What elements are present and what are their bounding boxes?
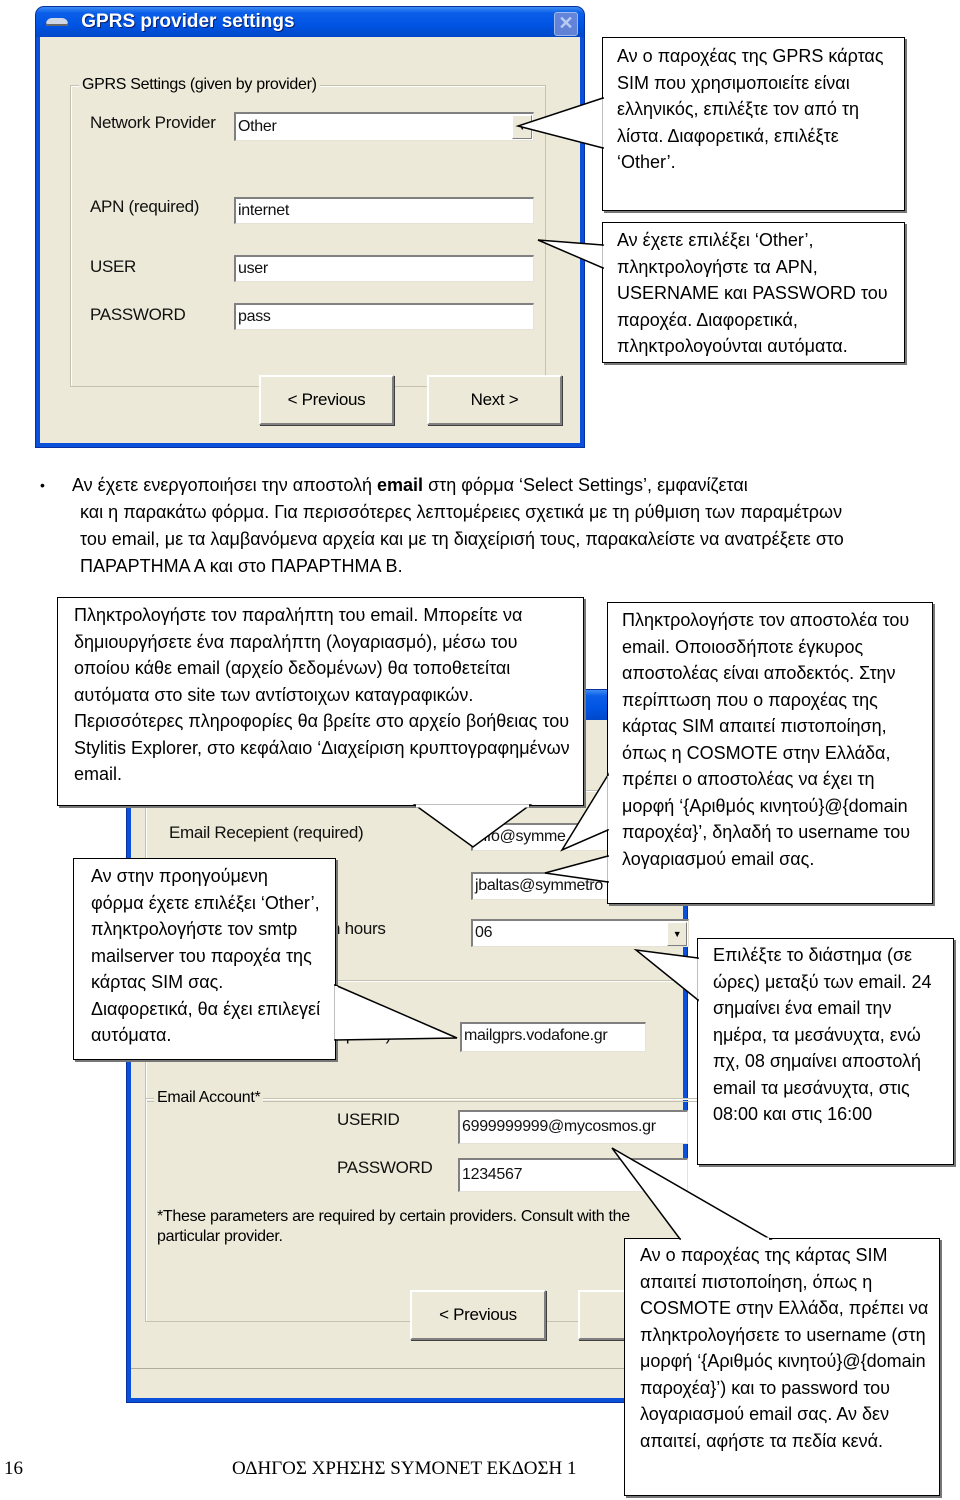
email-interval-value: 06 (475, 924, 493, 941)
network-provider-label: Network Provider (90, 113, 216, 132)
bullet-icon: • (40, 477, 45, 493)
callout-apn-credentials-text: Αν έχετε επιλέξει ‘Other’, πληκτρολογήστ… (617, 230, 888, 356)
callout-interval-text: Επιλέξτε το διάστημα (σε ώρες) μεταξύ τω… (713, 945, 932, 1124)
smtp-server-label: equired) (331, 1025, 391, 1044)
email-interval-dropdown[interactable]: 06 ▼ (471, 919, 689, 947)
callout-sender: Πληκτρολογήστε τον αποστολέα του email. … (607, 602, 933, 904)
callout-smtp: Αν στην προηγούμενη φόρμα έχετε επιλέξει… (73, 858, 336, 1060)
network-provider-value: Other (238, 118, 277, 135)
chevron-down-icon[interactable]: ▼ (512, 115, 532, 139)
callout-account: Αν ο παροχέας της κάρτας SIM απαιτεί πισ… (624, 1238, 940, 1496)
apn-input[interactable]: internet (234, 197, 534, 224)
previous-button-2[interactable]: < Previous (410, 1290, 546, 1340)
intro-text-bold: email (377, 475, 424, 495)
userid-label: USERID (337, 1110, 400, 1129)
gprs-settings-group-label: GPRS Settings (given by provider) (79, 76, 320, 94)
window-body: GPRS Settings (given by provider) Networ… (40, 37, 580, 443)
password-input[interactable]: pass (234, 303, 534, 330)
footnote: *These parameters are required by certai… (157, 1208, 630, 1245)
intro-text-rest: και η παρακάτω φόρμα. Για περισσότερες λ… (80, 502, 844, 576)
app-car-icon (46, 17, 68, 26)
document-footer-title: ΟΔΗΓΟΣ ΧΡΗΣΗΣ SYMONET ΕΚΔΟΣΗ 1 (232, 1458, 577, 1479)
next-button[interactable]: Next > (427, 375, 562, 425)
account-password-input[interactable]: 1234567 (458, 1158, 688, 1192)
apn-label: APN (required) (90, 197, 200, 216)
callout-account-text: Αν ο παροχέας της κάρτας SIM απαιτεί πισ… (640, 1245, 929, 1451)
password-label: PASSWORD (90, 305, 186, 324)
window-titlebar[interactable]: GPRS provider settings (36, 7, 584, 37)
previous-button[interactable]: < Previous (259, 375, 394, 425)
intro-text-part1: Αν έχετε ενεργοποιήσει την αποστολή (72, 475, 378, 495)
account-password-label: PASSWORD (337, 1158, 433, 1177)
user-input[interactable]: user (234, 255, 534, 282)
user-label: USER (90, 257, 137, 276)
page-number: 16 (4, 1458, 23, 1479)
callout-interval: Επιλέξτε το διάστημα (σε ώρες) μεταξύ τω… (697, 938, 954, 1165)
callout-smtp-text: Αν στην προηγούμενη φόρμα έχετε επιλέξει… (91, 866, 321, 1045)
window-title: GPRS provider settings (81, 11, 295, 32)
gprs-settings-window: GPRS provider settings ✕ GPRS Settings (… (36, 7, 584, 447)
chevron-down-icon[interactable]: ▼ (667, 922, 687, 946)
email-interval-label: h hours (331, 919, 386, 938)
callout-apn-credentials: Αν έχετε επιλέξει ‘Other’, πληκτρολογήστ… (602, 222, 905, 363)
callout-sender-text: Πληκτρολογήστε τον αποστολέα του email. … (622, 610, 911, 869)
intro-paragraph: • Αν έχετε ενεργοποιήσει την αποστολή em… (40, 472, 860, 580)
email-account-group-label: Email Account* (154, 1089, 264, 1107)
close-icon[interactable]: ✕ (554, 12, 578, 36)
callout-recipient: Πληκτρολογήστε τον παραλήπτη του email. … (57, 597, 584, 806)
callout-network-provider: Αν ο παροχέας της GPRS κάρτας SIM που χρ… (602, 37, 905, 211)
callout-network-provider-text: Αν ο παροχέας της GPRS κάρτας SIM που χρ… (617, 46, 884, 172)
network-provider-dropdown[interactable]: Other ▼ (234, 112, 534, 141)
intro-paragraph-text: Αν έχετε ενεργοποιήσει την αποστολή emai… (72, 472, 860, 580)
userid-input[interactable]: 6999999999@mycosmos.gr (458, 1110, 688, 1144)
intro-text-part2: στη φόρμα ‘Select Settings’, εμφανίζεται (423, 475, 748, 495)
smtp-server-input[interactable]: mailgprs.vodafone.gr (460, 1022, 646, 1052)
callout-recipient-text: Πληκτρολογήστε τον παραλήπτη του email. … (74, 605, 570, 784)
status-divider (131, 1368, 691, 1369)
email-recipient-label: Email Recepient (required) (169, 823, 364, 842)
